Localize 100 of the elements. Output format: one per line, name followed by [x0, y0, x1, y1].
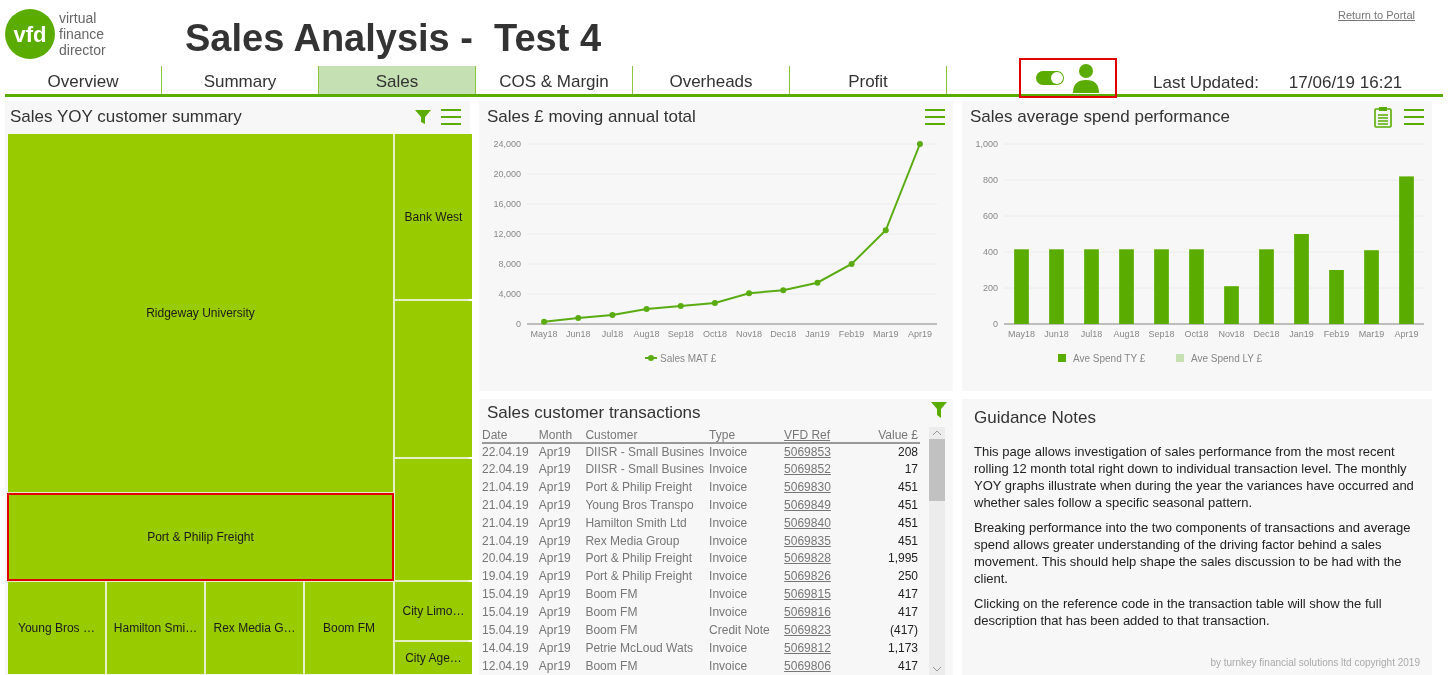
- ref-link[interactable]: 5069823: [784, 622, 831, 637]
- page-title: Sales Analysis - Test 4: [185, 16, 602, 61]
- bar: [1329, 270, 1344, 324]
- table-cell-text: Apr19: [538, 639, 572, 657]
- ref-link[interactable]: 5069812: [784, 640, 831, 655]
- nav-tab[interactable]: Overview: [5, 66, 162, 94]
- table-cell: 21.04.19: [482, 478, 539, 497]
- treemap-tile[interactable]: Boom FM: [305, 582, 393, 674]
- table-cell-text: 1,173: [886, 639, 919, 657]
- table-cell: Invoice: [709, 496, 785, 515]
- treemap-tile[interactable]: Port & Philip Freight: [8, 494, 393, 580]
- table-cell: 22.04.19: [482, 443, 539, 461]
- table-cell-text: Apr19: [538, 621, 572, 639]
- treemap-tile[interactable]: City Age…: [395, 642, 472, 674]
- ref-link[interactable]: 5069806: [784, 658, 831, 673]
- panel-title: Sales average spend performance: [970, 105, 1231, 128]
- scrollbar[interactable]: [929, 427, 945, 675]
- menu-icon[interactable]: [925, 107, 945, 126]
- nav-tab[interactable]: COS & Margin: [476, 66, 633, 94]
- return-to-portal-link[interactable]: Return to Portal: [1337, 7, 1415, 21]
- ref-link[interactable]: 5069828: [784, 551, 831, 566]
- axis-label: 400: [982, 247, 998, 257]
- table-cell: 15.04.19: [482, 585, 539, 604]
- axis-label: 0: [993, 319, 998, 329]
- filter-icon[interactable]: [415, 108, 431, 125]
- table-cell-text: Petrie McLoud Wats: [585, 639, 694, 657]
- column-header: Customer: [585, 427, 710, 443]
- nav-tab[interactable]: Sales: [319, 66, 476, 94]
- panel-title: Guidance Notes: [974, 407, 1097, 429]
- table-cell: Invoice: [709, 657, 785, 675]
- table-cell-text: 17: [903, 461, 919, 479]
- ref-link[interactable]: 5069853: [784, 444, 831, 459]
- table-cell-text: Port & Philip Freight: [585, 550, 694, 568]
- axis-label: Feb19: [838, 329, 865, 339]
- ref-link[interactable]: 5069816: [784, 605, 831, 619]
- ref-link[interactable]: 5069835: [784, 533, 831, 548]
- axis-label: Nov18: [1218, 329, 1245, 339]
- axis-label: 24,000: [493, 139, 521, 149]
- data-point: [643, 306, 650, 312]
- axis-label: Dec18: [770, 329, 797, 339]
- last-updated-value: 17/06/19 16:21: [1288, 72, 1403, 94]
- axis-label: 200: [982, 283, 998, 293]
- axis-label: 20,000: [493, 169, 521, 179]
- treemap-tile[interactable]: Bank West: [395, 134, 472, 299]
- ref-link[interactable]: 5069815: [784, 587, 831, 602]
- column-header[interactable]: VFD Ref: [784, 427, 860, 443]
- copyright-text: by turnkey financial solutions ltd copyright 2019: [1209, 656, 1420, 670]
- table-cell-text: Boom FM: [585, 657, 639, 675]
- table-cell-text: 417: [896, 604, 919, 621]
- scroll-thumb[interactable]: [929, 439, 945, 501]
- treemap-tile[interactable]: Rex Media G…: [206, 582, 303, 674]
- table-cell: Invoice: [709, 639, 785, 658]
- axis-label: Oct18: [1184, 329, 1209, 339]
- axis-label: Jan19: [1289, 329, 1314, 339]
- treemap-tile[interactable]: Hamilton Smi…: [107, 582, 204, 674]
- ref-link[interactable]: 5069840: [784, 515, 831, 530]
- data-point: [746, 290, 753, 297]
- filter-icon[interactable]: [931, 401, 947, 419]
- user-icon[interactable]: [1072, 63, 1100, 93]
- table-cell-text: DIISR - Small Busines: [585, 461, 706, 479]
- column-header: Type: [709, 427, 785, 443]
- axis-label: 800: [982, 175, 998, 185]
- clipboard-icon[interactable]: [1374, 105, 1392, 128]
- ref-link[interactable]: 5069849: [784, 497, 831, 512]
- ref-link[interactable]: 5069852: [784, 462, 831, 477]
- table-cell-text: 451: [896, 532, 919, 550]
- nav-tab[interactable]: Overheads: [633, 66, 790, 94]
- table-cell: Invoice: [709, 478, 785, 497]
- data-point: [916, 141, 923, 147]
- data-point: [609, 312, 616, 318]
- axis-label: 1,000: [975, 139, 998, 149]
- menu-icon[interactable]: [441, 107, 461, 126]
- table-cell: Apr19: [538, 496, 586, 515]
- guidance-paragraph: Breaking performance into the two components of transactions and average spend allows greater understanding of the driving factor behind a sales movement. This should help shape the sales discussion to be had with the client.: [974, 518, 1412, 587]
- toggle-switch[interactable]: [1036, 71, 1064, 85]
- treemap-tile[interactable]: Ridgeway University: [8, 134, 393, 492]
- last-updated-label: Last Updated:: [1153, 72, 1259, 94]
- treemap-tile[interactable]: Young Bros …: [8, 582, 105, 674]
- data-point: [541, 318, 548, 325]
- table-cell-text: Port & Philip Freight: [585, 568, 694, 586]
- axis-label: Jun18: [1044, 329, 1069, 339]
- treemap-tile[interactable]: [395, 459, 472, 580]
- table-cell-text: 451: [896, 514, 919, 532]
- ref-link[interactable]: 5069830: [784, 480, 831, 495]
- treemap-tile[interactable]: [395, 301, 472, 457]
- table-cell: Invoice: [709, 443, 785, 461]
- axis-label: Jul18: [1080, 329, 1103, 339]
- axis-label: Dec18: [1253, 329, 1280, 339]
- treemap-tile[interactable]: City Limo…: [395, 582, 472, 640]
- menu-icon[interactable]: [1404, 107, 1424, 126]
- legend-item: Ave Spend LY £: [1176, 353, 1263, 364]
- table-cell: 20.04.19: [482, 550, 539, 568]
- ref-link[interactable]: 5069826: [784, 569, 831, 584]
- table-cell: 21.04.19: [482, 532, 539, 551]
- table-cell-text: Apr19: [538, 461, 572, 479]
- table-cell-text: Apr19: [538, 550, 572, 568]
- table-cell-text: Apr19: [538, 532, 572, 550]
- axis-label: Apr19: [1394, 329, 1419, 339]
- nav-tab[interactable]: Profit: [790, 66, 947, 94]
- table-cell-text: Boom FM: [585, 604, 639, 621]
